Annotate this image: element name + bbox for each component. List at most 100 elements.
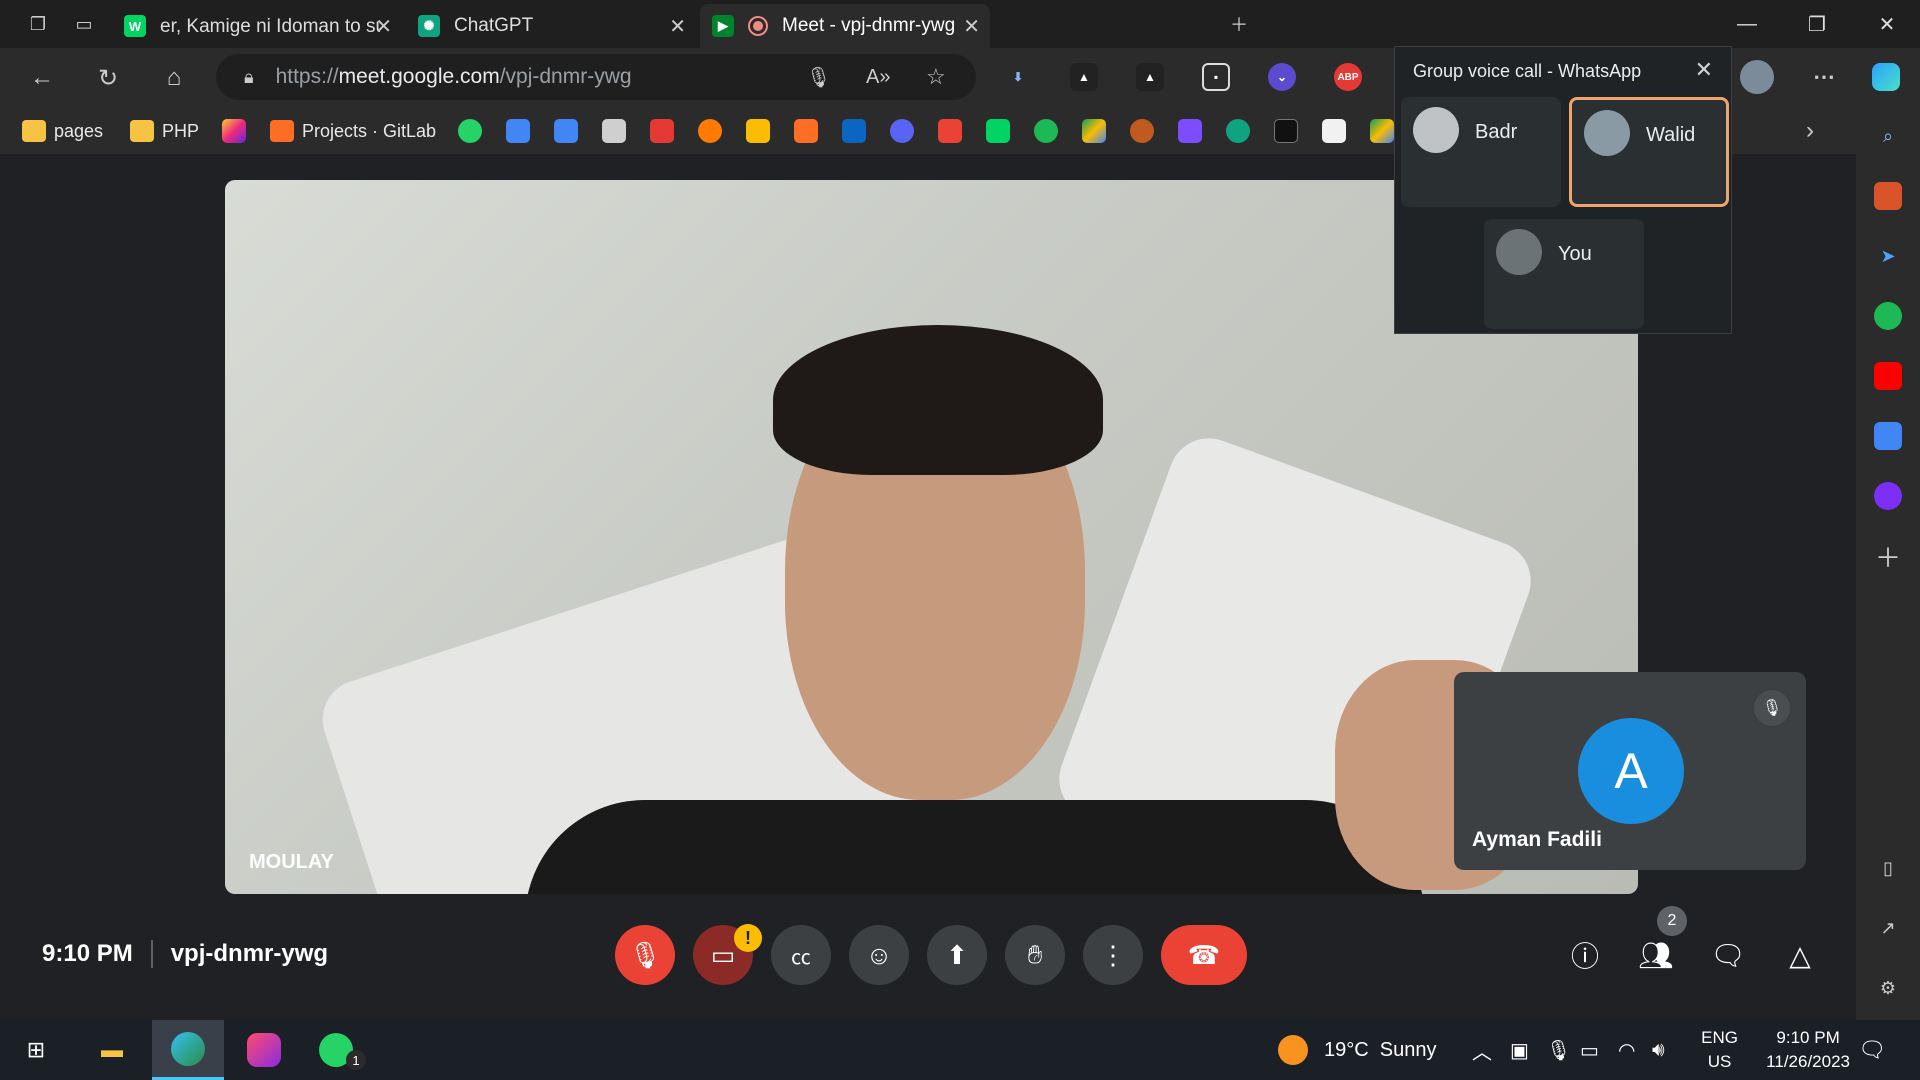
chevron-up-icon[interactable]: ︿ (1472, 1020, 1492, 1080)
wps-office-icon[interactable] (244, 1030, 284, 1070)
bookmark-icon[interactable] (1274, 119, 1298, 143)
bookmark-icon[interactable] (1130, 119, 1154, 143)
language-indicator[interactable]: ENG US (1701, 1026, 1738, 1074)
call-participant-tile[interactable]: Badr (1401, 97, 1561, 207)
google-translate-icon[interactable] (554, 119, 578, 143)
whatsapp-icon[interactable] (458, 119, 482, 143)
search-icon[interactable]: ⌕ (1874, 122, 1902, 150)
back-icon[interactable]: ← (24, 60, 60, 96)
bookmark-folder-php[interactable]: PHP (130, 118, 199, 144)
windows-start-icon[interactable]: ⊞ (16, 1030, 56, 1070)
close-tab-icon[interactable]: ✕ (963, 14, 980, 39)
firefox-icon[interactable] (698, 119, 722, 143)
profile-avatar[interactable] (1740, 60, 1774, 94)
chatgpt-icon[interactable] (1226, 119, 1250, 143)
more-menu-icon[interactable]: ⋯ (1810, 63, 1838, 91)
wifi-icon[interactable]: ◠ (1618, 1020, 1635, 1080)
spotify-icon[interactable] (1874, 302, 1902, 330)
captions-button[interactable]: ㏄ (771, 925, 831, 985)
url-field[interactable]: 🔒︎ https://meet.google.com/vpj-dnmr-ywg … (216, 54, 976, 100)
gmail-icon[interactable] (938, 119, 962, 143)
settings-gear-icon[interactable]: ⚙ (1874, 974, 1902, 1002)
close-icon[interactable]: ✕ (1695, 57, 1713, 83)
workspaces-icon[interactable]: ❐ (22, 8, 54, 40)
leave-call-button[interactable]: ☎ (1161, 925, 1247, 985)
read-aloud-icon[interactable]: A» (866, 66, 890, 89)
more-bookmarks-chevron-icon[interactable]: › (1806, 117, 1814, 144)
new-tab-icon[interactable]: ＋ (1223, 8, 1255, 40)
split-screen-icon[interactable]: ▯ (1874, 854, 1902, 882)
camera-icon[interactable]: ▣ (1510, 1020, 1529, 1080)
people-button[interactable]: 👥︎ (1636, 935, 1676, 975)
meeting-details-button[interactable]: ⓘ (1565, 935, 1605, 975)
webtoon-icon[interactable] (986, 119, 1010, 143)
tab-webtoon[interactable]: W er, Kamige ni Idoman to su انمي ✕ (112, 4, 402, 48)
call-participant-tile[interactable]: You (1484, 219, 1644, 329)
bookmark-icon[interactable] (1178, 119, 1202, 143)
linkedin-icon[interactable] (842, 119, 866, 143)
lock-icon: 🔒︎ (244, 66, 254, 87)
notes-icon[interactable] (602, 119, 626, 143)
battery-icon[interactable]: ▭ (1580, 1020, 1599, 1080)
microphone-icon[interactable]: 🎙︎ (806, 65, 831, 90)
meeting-code: vpj-dnmr-ywg (170, 940, 329, 967)
raise-hand-button[interactable]: ✋︎ (1005, 925, 1065, 985)
microphone-icon[interactable]: 🎙︎ (1546, 1020, 1571, 1080)
close-window-icon[interactable]: ✕ (1852, 0, 1920, 48)
bookmark-gitlab-projects[interactable]: Projects · GitLab (270, 118, 436, 144)
tab-chatgpt[interactable]: ✺ ChatGPT ✕ (406, 4, 696, 48)
weather-widget[interactable]: 19°C Sunny (1278, 1020, 1437, 1080)
clock-time: 9:10 PM (1776, 1028, 1840, 1047)
whatsapp-call-window[interactable]: Group voice call - WhatsApp ✕ Badr Walid… (1394, 46, 1732, 334)
document-icon[interactable] (1322, 119, 1346, 143)
tab-actions-icon[interactable]: ▭ (68, 8, 100, 40)
activities-button[interactable]: △ (1780, 935, 1820, 975)
extension-icon[interactable] (1874, 482, 1902, 510)
reactions-button[interactable]: ☺ (849, 925, 909, 985)
tools-icon[interactable] (1874, 182, 1902, 210)
download-icon[interactable]: ⬇ (1004, 63, 1032, 91)
adblock-icon[interactable]: ABP (1334, 63, 1362, 91)
google-drive-icon[interactable] (1082, 119, 1106, 143)
chat-button[interactable]: 🗨︎ (1708, 935, 1748, 975)
refresh-icon[interactable]: ↻ (90, 60, 126, 96)
instagram-icon[interactable] (222, 119, 246, 143)
self-view-tile[interactable]: 🎙︎ A Ayman Fadili (1454, 672, 1806, 870)
participant-name: Walid (1646, 124, 1696, 146)
mic-toggle-button[interactable]: 🎙︎ (615, 925, 675, 985)
home-icon[interactable]: ⌂ (156, 60, 192, 96)
send-icon[interactable]: ➤ (1874, 242, 1902, 270)
google-drive-icon[interactable] (1370, 119, 1394, 143)
picture-in-picture-icon[interactable]: ▪ (1202, 63, 1230, 91)
extension-icon[interactable]: ▲ (1070, 63, 1098, 91)
favorite-star-icon[interactable]: ☆ (926, 64, 946, 90)
contacts-icon[interactable] (506, 119, 530, 143)
restore-icon[interactable]: ❐ (1782, 0, 1852, 48)
present-button[interactable]: ⬆ (927, 925, 987, 985)
spotify-icon[interactable] (1034, 119, 1058, 143)
minimize-icon[interactable]: — (1712, 0, 1782, 48)
open-external-icon[interactable]: ↗ (1874, 914, 1902, 942)
notifications-icon[interactable]: 🗨︎ (1852, 1030, 1892, 1070)
close-tab-icon[interactable]: ✕ (375, 14, 392, 39)
converter-icon[interactable] (650, 119, 674, 143)
extension-icon[interactable]: ⌄ (1268, 63, 1296, 91)
slides-icon[interactable] (746, 119, 770, 143)
taskbar-clock[interactable]: 9:10 PM 11/26/2023 (1766, 1026, 1850, 1074)
bookmark-folder-pages[interactable]: pages (22, 118, 103, 144)
file-explorer-icon[interactable]: ▬ (92, 1030, 132, 1070)
gitlab-icon[interactable] (794, 119, 818, 143)
close-tab-icon[interactable]: ✕ (669, 14, 686, 39)
call-participant-tile-active[interactable]: Walid (1569, 97, 1729, 207)
youtube-icon[interactable] (1874, 362, 1902, 390)
google-translate-icon[interactable] (1874, 422, 1902, 450)
extension-icon[interactable]: ▲ (1136, 63, 1164, 91)
discord-icon[interactable] (890, 119, 914, 143)
volume-icon[interactable]: 🔊︎ (1652, 1020, 1665, 1080)
avatar: A (1578, 718, 1684, 824)
copilot-icon[interactable] (1872, 63, 1900, 91)
add-icon[interactable]: ＋ (1874, 542, 1902, 573)
tab-meet[interactable]: ▶ Meet - vpj-dnmr-ywg ✕ (700, 4, 990, 48)
more-options-button[interactable]: ⋮ (1083, 925, 1143, 985)
edge-taskbar-icon[interactable] (152, 1020, 224, 1080)
